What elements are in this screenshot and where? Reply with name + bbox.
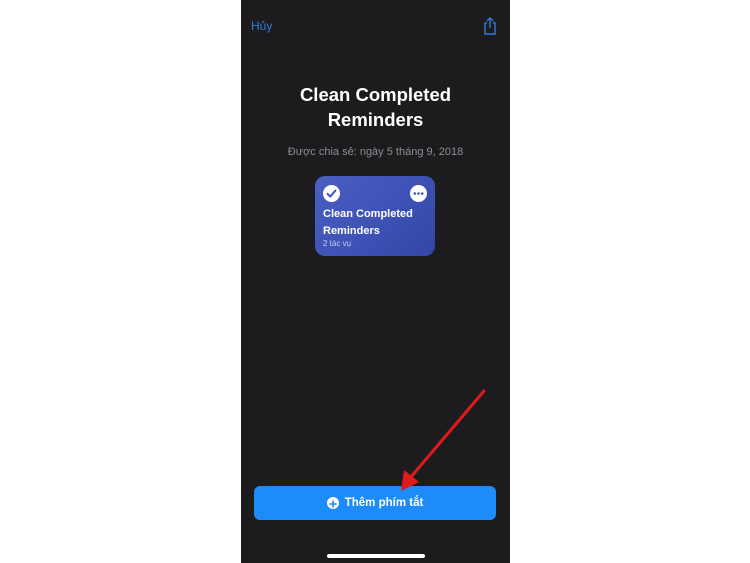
plus-icon (326, 497, 339, 509)
card-title: Clean Completed Reminders (323, 208, 413, 237)
add-shortcut-button[interactable]: Thêm phím tắt (254, 486, 496, 520)
home-indicator (327, 554, 425, 558)
phone-screen: Hủy Clean Completed Reminders Được chia … (241, 0, 510, 563)
more-options-icon[interactable] (410, 185, 427, 202)
add-shortcut-label: Thêm phím tắt (344, 497, 424, 509)
cancel-button[interactable]: Hủy (251, 19, 272, 33)
share-icon[interactable] (482, 17, 498, 35)
card-action-count: 2 tác vụ (323, 239, 352, 248)
checkmark-icon (323, 185, 340, 202)
shortcut-title: Clean Completed Reminders (299, 84, 452, 130)
shared-date: Được chia sẻ: ngày 5 tháng 9, 2018 (287, 146, 464, 158)
shortcut-card[interactable]: Clean Completed Reminders 2 tác vụ (315, 176, 435, 256)
top-bar: Hủy (241, 0, 510, 40)
